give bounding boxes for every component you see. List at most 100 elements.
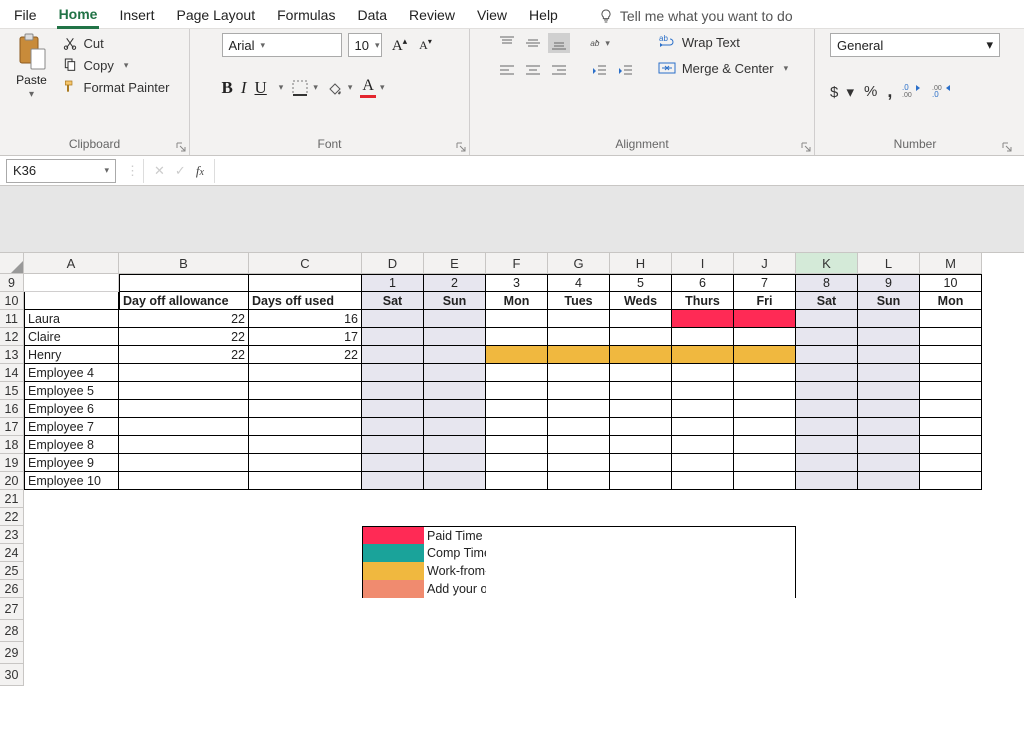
cell-M11[interactable] [920,310,982,328]
cell-A17[interactable]: Employee 7 [24,418,119,436]
cell-I17[interactable] [672,418,734,436]
cell-H10[interactable]: Weds [610,292,672,310]
cell-H14[interactable] [610,364,672,382]
cell-F26[interactable] [486,580,548,598]
cell-B27[interactable] [119,598,249,620]
row-header-30[interactable]: 30 [0,664,24,686]
format-painter-button[interactable]: Format Painter [58,77,174,97]
cell-A11[interactable]: Laura [24,310,119,328]
cell-F14[interactable] [486,364,548,382]
increase-indent-button[interactable] [614,61,636,81]
decrease-font-button[interactable]: A▾ [414,33,438,57]
col-header-H[interactable]: H [610,253,672,274]
col-header-D[interactable]: D [362,253,424,274]
cell-E13[interactable] [424,346,486,364]
cell-E19[interactable] [424,454,486,472]
cell-I22[interactable] [672,508,734,526]
cell-F24[interactable] [486,544,548,562]
row-header-21[interactable]: 21 [0,490,24,508]
font-dialog-launcher[interactable] [455,141,467,153]
row-header-12[interactable]: 12 [0,328,24,346]
cell-E10[interactable]: Sun [424,292,486,310]
cell-H12[interactable] [610,328,672,346]
cell-A26[interactable] [24,580,119,598]
cell-C28[interactable] [249,620,362,642]
cell-J18[interactable] [734,436,796,454]
cell-E17[interactable] [424,418,486,436]
cell-H11[interactable] [610,310,672,328]
cell-K17[interactable] [796,418,858,436]
fill-color-button[interactable]: ▾ [326,79,353,97]
cell-G14[interactable] [548,364,610,382]
cell-M14[interactable] [920,364,982,382]
cell-D12[interactable] [362,328,424,346]
cell-L27[interactable] [858,598,920,620]
cell-A27[interactable] [24,598,119,620]
cell-B9[interactable] [119,274,249,292]
cell-F19[interactable] [486,454,548,472]
cancel-formula-button[interactable]: ✕ [154,163,165,179]
col-header-C[interactable]: C [249,253,362,274]
col-header-J[interactable]: J [734,253,796,274]
cell-J16[interactable] [734,400,796,418]
cell-C12[interactable]: 17 [249,328,362,346]
cell-E29[interactable] [424,642,486,664]
font-size-combo[interactable]: 10▾ [348,33,382,57]
cell-J14[interactable] [734,364,796,382]
cell-M21[interactable] [920,490,982,508]
cell-E26[interactable]: Add your own time off category [424,580,486,598]
cell-G25[interactable] [548,562,610,580]
underline-button[interactable]: U [255,78,267,98]
cell-K14[interactable] [796,364,858,382]
cell-B23[interactable] [119,526,249,544]
italic-button[interactable]: I [241,78,247,98]
cell-K25[interactable] [796,562,858,580]
clipboard-dialog-launcher[interactable] [175,141,187,153]
row-header-26[interactable]: 26 [0,580,24,598]
cell-G9[interactable]: 4 [548,274,610,292]
cell-B10[interactable]: Day off allowance [119,292,249,310]
row-header-16[interactable]: 16 [0,400,24,418]
cell-B29[interactable] [119,642,249,664]
align-center-button[interactable] [522,61,544,81]
cell-M29[interactable] [920,642,982,664]
cell-E27[interactable] [424,598,486,620]
cell-L17[interactable] [858,418,920,436]
cell-A30[interactable] [24,664,119,686]
number-format-combo[interactable]: General▾ [830,33,1000,57]
cell-J12[interactable] [734,328,796,346]
cell-D22[interactable] [362,508,424,526]
cell-D29[interactable] [362,642,424,664]
cell-M23[interactable] [920,526,982,544]
cell-J13[interactable] [734,346,796,364]
cell-K20[interactable] [796,472,858,490]
cell-G26[interactable] [548,580,610,598]
cell-L21[interactable] [858,490,920,508]
row-header-10[interactable]: 10 [0,292,24,310]
tab-file[interactable]: File [12,5,39,27]
col-header-L[interactable]: L [858,253,920,274]
cell-G20[interactable] [548,472,610,490]
cell-M16[interactable] [920,400,982,418]
cell-I15[interactable] [672,382,734,400]
cell-M18[interactable] [920,436,982,454]
cell-D28[interactable] [362,620,424,642]
cell-L9[interactable]: 9 [858,274,920,292]
accounting-format-button[interactable]: $ ▾ [830,83,854,101]
row-header-25[interactable]: 25 [0,562,24,580]
tab-review[interactable]: Review [407,5,457,27]
cell-K10[interactable]: Sat [796,292,858,310]
cell-F15[interactable] [486,382,548,400]
col-header-G[interactable]: G [548,253,610,274]
cell-H27[interactable] [610,598,672,620]
tab-formulas[interactable]: Formulas [275,5,337,27]
align-middle-button[interactable] [522,33,544,53]
cell-G16[interactable] [548,400,610,418]
cell-G13[interactable] [548,346,610,364]
tab-page-layout[interactable]: Page Layout [174,5,257,27]
cell-F17[interactable] [486,418,548,436]
cell-C24[interactable] [249,544,362,562]
cell-I13[interactable] [672,346,734,364]
row-header-23[interactable]: 23 [0,526,24,544]
cell-A20[interactable]: Employee 10 [24,472,119,490]
